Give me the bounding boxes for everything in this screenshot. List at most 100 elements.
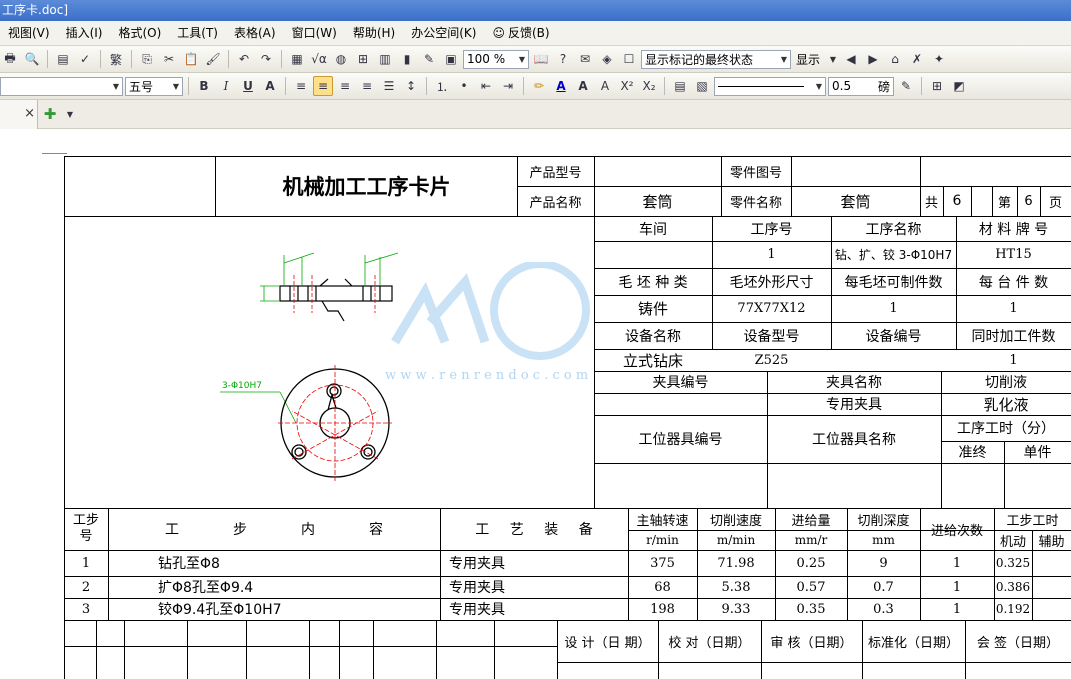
step-content: 铰Φ9.4孔至Φ10H7 [158,602,282,618]
document-tab[interactable]: × [0,99,38,129]
previous-change-icon[interactable]: ◀ [841,49,861,69]
cut-icon[interactable]: ✂ [159,49,179,69]
border-color-icon[interactable]: ✎ [896,76,916,96]
menu-window[interactable]: 窗口(W) [284,22,345,44]
thumbnail-icon[interactable]: ◈ [597,49,617,69]
superscript-icon[interactable]: X² [617,76,637,96]
underline-icon[interactable]: U [238,76,258,96]
step-rpm: 68 [654,579,671,595]
line-style-select[interactable]: ▼ [714,76,826,96]
shading-icon[interactable]: ◩ [949,76,969,96]
traditional-chinese-icon[interactable]: 繁 [106,49,126,69]
menu-feedback[interactable]: ☺ 反馈(B) [484,22,557,44]
align-right-icon[interactable]: ≡ [335,76,355,96]
equip-char: 艺 [509,522,524,538]
menu-insert[interactable]: 插入(I) [58,22,111,44]
bold-icon[interactable]: B [194,76,214,96]
spelling-icon[interactable]: ✓ [75,49,95,69]
text-box-icon[interactable]: ▤ [670,76,690,96]
paste-icon[interactable]: 📋 [181,49,201,69]
chevron-down-icon: ▼ [112,81,119,91]
bullets-icon[interactable]: • [454,76,474,96]
zoom-select[interactable]: 100 % ▼ [463,49,529,69]
equipment-header: 工艺装备 [440,508,628,550]
step-equip: 专用夹具 [449,602,505,618]
drawing-icon[interactable]: ✎ [419,49,439,69]
font-name-select[interactable]: ▼ [0,76,123,96]
product-name: 套筒 [642,192,673,211]
help-icon[interactable]: ? [553,49,573,69]
fixture-no-label: 夹具编号 [652,375,709,391]
copy-icon[interactable]: ⎘ [137,49,157,69]
columns-icon[interactable]: ▥ [375,49,395,69]
menu-tools[interactable]: 工具(T) [169,22,226,44]
increase-indent-icon[interactable]: ⇥ [498,76,518,96]
markup-mode-select[interactable]: 显示标记的最终状态 ▼ [641,49,791,69]
formula-icon[interactable]: √α [309,49,329,69]
next-change-icon[interactable]: ▶ [863,49,883,69]
step-no-header: 工步号 [72,513,99,544]
grow-font-icon[interactable]: A [573,76,593,96]
simul: 1 [1009,352,1018,368]
new-comment-icon[interactable]: ✦ [929,49,949,69]
line-weight-select[interactable]: 0.5 磅 [828,76,894,96]
comment-icon[interactable]: ☐ [619,49,639,69]
save-icon[interactable]: ▤ [53,49,73,69]
undo-icon[interactable]: ↶ [234,49,254,69]
numbering-icon[interactable]: ⒈ [432,76,452,96]
borders-icon[interactable]: ⊞ [927,76,947,96]
distributed-icon[interactable]: ☰ [379,76,399,96]
menu-table[interactable]: 表格(A) [226,22,284,44]
signoff-check: 校 对（日期） [668,635,751,651]
op-name-label: 工序名称 [865,221,922,238]
equip-name-label: 设备名称 [625,328,681,345]
document-area[interactable]: 机械加工工序卡片 产品型号 产品名称 套筒 零件图号 零件名称 套筒 共 6 第… [0,130,1071,679]
menu-view[interactable]: 视图(V) [0,22,58,44]
equip-char: 备 [578,522,593,538]
italic-icon[interactable]: I [216,76,236,96]
format-painter-icon[interactable]: 🖌 [203,49,223,69]
table-icon[interactable]: ▦ [287,49,307,69]
new-tab-icon[interactable]: ✚ [40,104,60,124]
accept-change-icon[interactable]: ⌂ [885,49,905,69]
globe-icon[interactable]: ◍ [331,49,351,69]
blank-size: 77X77X12 [737,301,806,316]
reject-change-icon[interactable]: ✗ [907,49,927,69]
line-spacing-icon[interactable]: ↕ [401,76,421,96]
feed-unit: mm/r [794,533,828,547]
research-icon[interactable]: 🔍 [22,49,42,69]
font-size-select[interactable]: 五号 ▼ [125,76,183,96]
highlight-icon[interactable]: ✏ [529,76,549,96]
mail-icon[interactable]: ✉ [575,49,595,69]
chevron-down-icon: ▼ [815,81,822,91]
signoff-standard: 标准化（日期） [867,635,959,651]
decrease-indent-icon[interactable]: ⇤ [476,76,496,96]
reading-icon[interactable]: 📖 [531,49,551,69]
show-menu[interactable]: 显示 ▼ [793,50,839,69]
subscript-icon[interactable]: X₂ [639,76,659,96]
step-time: 0.386 [995,580,1031,594]
align-center-icon[interactable]: ≡ [313,76,333,96]
insert-table-icon[interactable]: ⊞ [353,49,373,69]
char-shading-icon[interactable]: A [260,76,280,96]
per-blank: 1 [889,301,898,316]
shrink-font-icon[interactable]: A [595,76,615,96]
align-left-icon[interactable]: ≡ [291,76,311,96]
menu-help[interactable]: 帮助(H) [345,22,403,44]
font-color-icon[interactable]: A [551,76,571,96]
time-header: 工步工时 [1006,513,1059,529]
chart-icon[interactable]: ▮ [397,49,417,69]
show-label: 显示 [796,52,821,67]
justify-icon[interactable]: ≡ [357,76,377,96]
close-icon[interactable]: × [24,106,35,121]
menu-format[interactable]: 格式(O) [110,22,169,44]
frame-icon[interactable]: ▧ [692,76,712,96]
document-map-icon[interactable]: ▣ [441,49,461,69]
print-preview-icon[interactable]: 🖶 [0,49,20,69]
redo-icon[interactable]: ↷ [256,49,276,69]
step-feed: 0.57 [796,579,826,595]
menu-office-space[interactable]: 办公空间(K) [403,22,484,44]
step-depth: 0.3 [873,601,894,617]
chevron-down-icon[interactable]: ▼ [60,104,80,124]
step-passes: 1 [952,579,962,595]
